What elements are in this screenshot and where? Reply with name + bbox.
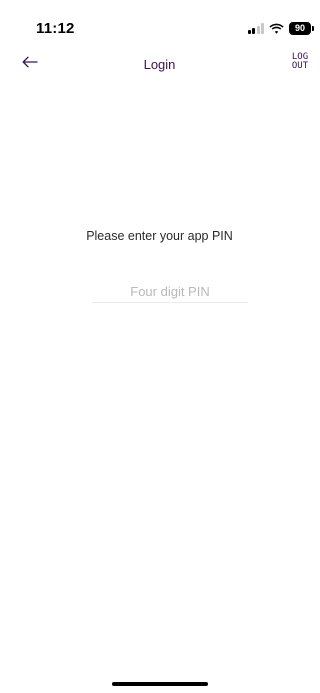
logout-label-line2: OUT	[291, 61, 309, 71]
home-indicator	[112, 682, 208, 686]
battery-icon: 90	[289, 21, 314, 35]
signal-icon	[247, 22, 264, 34]
pin-prompt: Please enter your app PIN	[86, 229, 233, 243]
status-time: 11:12	[36, 20, 75, 37]
battery-level: 90	[289, 21, 311, 35]
logout-button[interactable]: LOG OUT	[289, 53, 311, 71]
status-icons: 90	[247, 21, 314, 35]
pin-input[interactable]	[92, 281, 248, 303]
nav-bar: Login LOG OUT	[0, 48, 319, 80]
status-bar: 11:12 90	[0, 0, 319, 44]
wifi-icon	[269, 23, 284, 34]
page-title: Login	[143, 57, 176, 72]
